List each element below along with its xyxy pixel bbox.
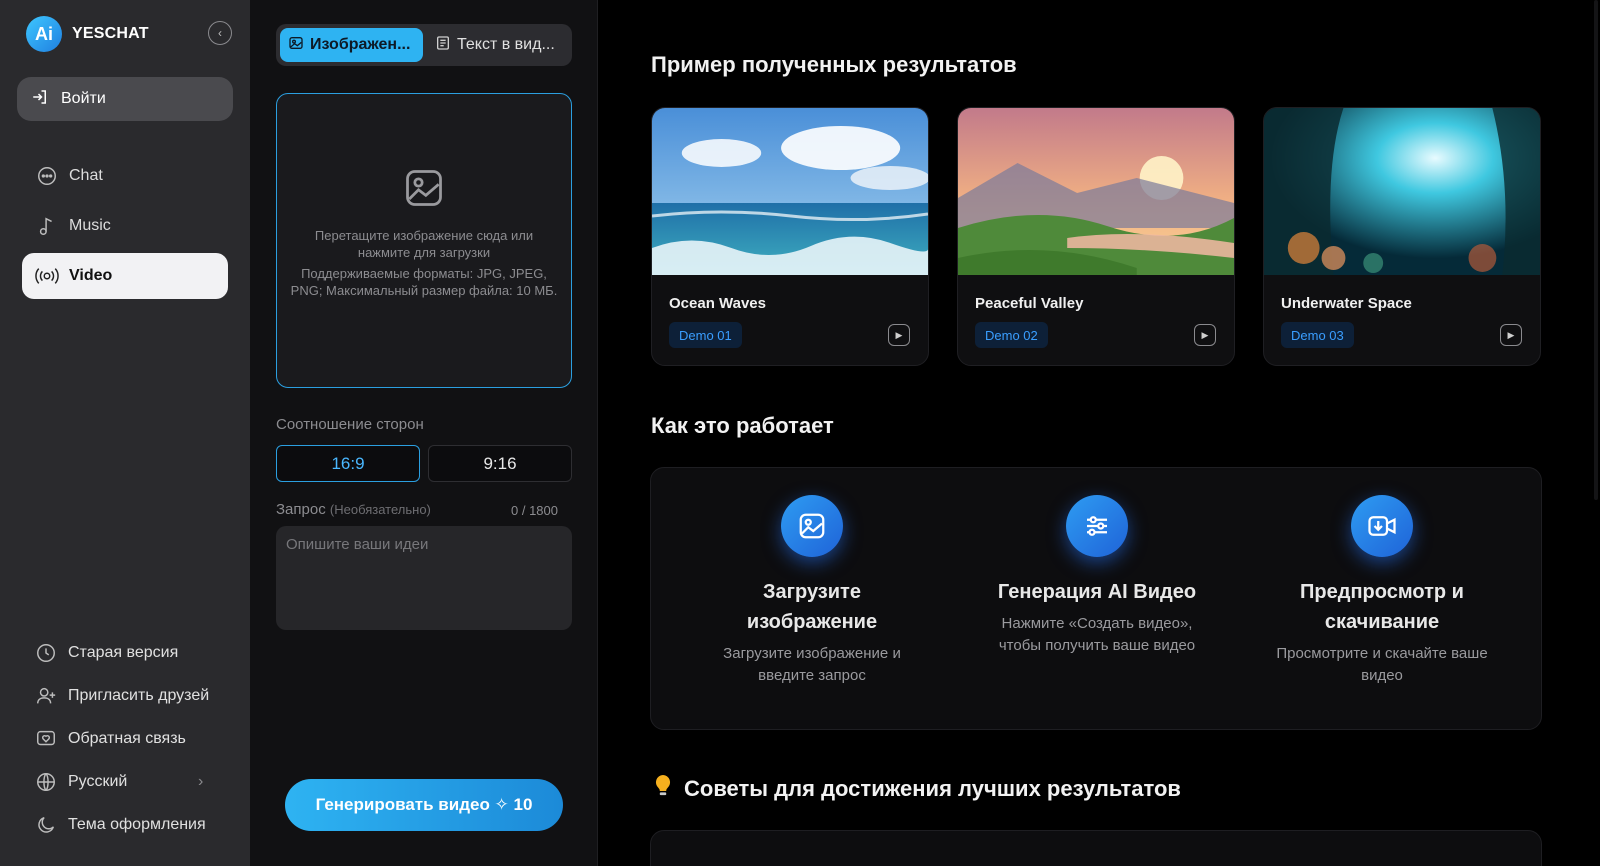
prompt-input[interactable]: Опишите ваши идеи [276, 526, 572, 630]
globe-icon [34, 770, 58, 794]
play-icon[interactable]: ▶ [1194, 324, 1216, 346]
step-upload: Загрузите изображение Загрузите изображе… [697, 495, 927, 687]
prompt-label-text: Запрос [276, 501, 326, 518]
login-label: Войти [61, 90, 106, 107]
sidebar-item-label: Тема оформления [68, 816, 206, 833]
card-title: Ocean Waves [669, 295, 766, 312]
prompt-char-count: 0 / 1800 [511, 503, 558, 518]
demo-card[interactable]: Ocean Waves Demo 01 ▶ [651, 107, 929, 366]
image-upload-icon [781, 495, 843, 557]
tab-label: Текст в вид... [457, 36, 555, 53]
sidebar-item-label: Chat [69, 167, 103, 184]
card-title: Peaceful Valley [975, 295, 1084, 312]
feedback-icon [34, 727, 58, 751]
collapse-sidebar-button[interactable]: ‹ [208, 21, 232, 45]
sidebar-item-video[interactable]: Video [22, 253, 228, 299]
step-preview: Предпросмотр и скачивание Просмотрите и … [1267, 495, 1497, 687]
sidebar-item-label: Video [69, 267, 113, 284]
step-description: Загрузите изображение и введите запрос [723, 645, 901, 684]
play-icon[interactable]: ▶ [888, 324, 910, 346]
card-title: Underwater Space [1281, 295, 1412, 312]
underwater-space-thumbnail [1264, 108, 1540, 275]
ratio-16-9-button[interactable]: 16:9 [276, 445, 420, 482]
login-button[interactable]: Войти [17, 77, 233, 121]
play-icon[interactable]: ▶ [1500, 324, 1522, 346]
music-note-icon [35, 214, 59, 238]
prompt-optional-note: (Необязательно) [329, 502, 431, 517]
sidebar-item-label: Русский [68, 773, 128, 790]
image-icon [288, 35, 304, 56]
card-badge: Demo 01 [669, 322, 742, 348]
lightbulb-icon [652, 773, 674, 805]
mode-tabs: Изображен... Текст в вид... [276, 24, 572, 66]
step-description: Нажмите «Создать видео», чтобы получить … [998, 615, 1196, 654]
brand[interactable]: Ai YESCHAT [26, 16, 149, 52]
sidebar-item-invite[interactable]: Пригласить друзей [34, 684, 209, 708]
sidebar-item-label: Обратная связь [68, 730, 186, 747]
sidebar-item-feedback[interactable]: Обратная связь [34, 727, 186, 751]
tab-label: Изображен... [310, 36, 411, 53]
demo-card[interactable]: Peaceful Valley Demo 02 ▶ [957, 107, 1235, 366]
aspect-ratio-label: Соотношение сторон [276, 416, 424, 433]
step-title: Генерация AI Видео [997, 581, 1197, 603]
step-title: Предпросмотр и скачивание [1300, 581, 1464, 633]
sidebar-item-label: Music [69, 217, 111, 234]
step-description: Просмотрите и скачайте ваше видео [1276, 645, 1488, 684]
add-user-icon [34, 684, 58, 708]
sliders-icon [1066, 495, 1128, 557]
upload-instructions: Перетащите изображение сюда или нажмите … [314, 228, 534, 260]
prompt-label: Запрос (Необязательно) [276, 501, 431, 518]
ratio-9-16-button[interactable]: 9:16 [428, 445, 572, 482]
generate-video-button[interactable]: Генерировать видео ✧ 10 [285, 779, 563, 831]
brand-name: YESCHAT [72, 25, 149, 42]
upload-formats: Поддерживаемые форматы: JPG, JPEG, PNG; … [290, 266, 558, 298]
sidebar-item-theme[interactable]: Тема оформления [34, 813, 206, 837]
sidebar-item-music[interactable]: Music [22, 203, 228, 249]
document-icon [435, 35, 451, 56]
image-upload-dropzone[interactable]: Перетащите изображение сюда или нажмите … [276, 93, 572, 388]
sidebar-item-language[interactable]: Русский [34, 770, 127, 794]
sidebar-item-chat[interactable]: Chat [22, 153, 228, 199]
results-title: Пример полученных результатов [651, 52, 1017, 77]
tab-text-to-video[interactable]: Текст в вид... [427, 28, 567, 62]
chat-bubble-icon [35, 164, 59, 188]
chevron-right-icon: › [198, 773, 204, 790]
video-broadcast-icon [35, 264, 59, 288]
logo-icon: Ai [26, 16, 62, 52]
image-placeholder-icon [402, 166, 446, 215]
how-it-works-card: Загрузите изображение Загрузите изображе… [650, 467, 1542, 730]
card-badge: Demo 03 [1281, 322, 1354, 348]
scrollbar[interactable] [1594, 0, 1598, 500]
tips-heading: Советы для достижения лучших результатов [652, 773, 1181, 805]
step-generate: Генерация AI Видео Нажмите «Создать виде… [982, 495, 1212, 657]
sidebar-item-old-version[interactable]: Старая версия [34, 641, 178, 665]
tab-image-to-video[interactable]: Изображен... [280, 28, 423, 62]
sidebar-item-label: Старая версия [68, 644, 179, 661]
step-title: Загрузите изображение [746, 581, 878, 633]
login-icon [31, 88, 49, 111]
video-download-icon [1351, 495, 1413, 557]
how-it-works-title: Как это работает [651, 413, 834, 438]
tips-card [650, 830, 1542, 866]
sidebar-item-label: Пригласить друзей [68, 687, 210, 704]
sidebar: Ai YESCHAT ‹ Войти Chat Music Video Стар… [0, 0, 250, 866]
ocean-waves-thumbnail [652, 108, 928, 275]
demo-card[interactable]: Underwater Space Demo 03 ▶ [1263, 107, 1541, 366]
moon-icon [34, 813, 58, 837]
card-badge: Demo 02 [975, 322, 1048, 348]
history-icon [34, 641, 58, 665]
peaceful-valley-thumbnail [958, 108, 1234, 275]
tips-title: Советы для достижения лучших результатов [684, 776, 1181, 801]
